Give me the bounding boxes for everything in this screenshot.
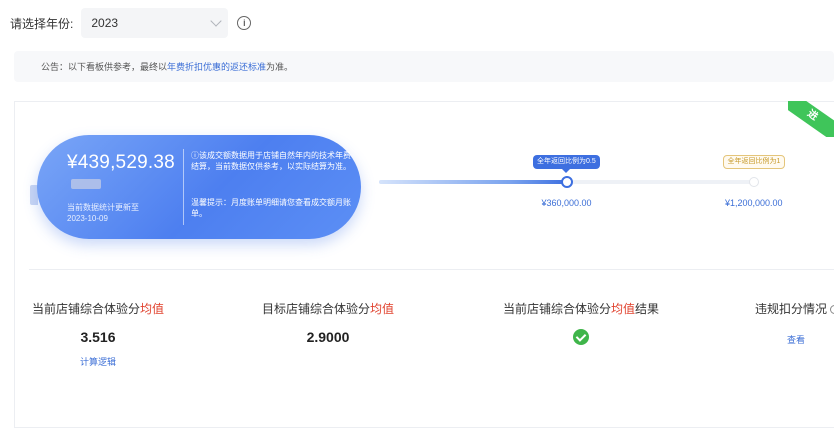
calculation-logic-link[interactable]: 计算逻辑 — [23, 355, 173, 368]
metric-value: 3.516 — [80, 329, 116, 345]
notice-prefix: 公告：以下看板供参考，最终以 — [41, 62, 168, 72]
milestone-value-target: ¥1,200,000.00 — [725, 198, 783, 208]
metric-score-result: 当前店铺综合体验分均值结果 — [491, 300, 671, 345]
corner-badge-label: 进 — [788, 101, 834, 137]
metric-title-main: 当前店铺综合体验分 — [502, 302, 611, 316]
view-link[interactable]: 查看 — [755, 333, 834, 346]
metric-title-main: 当前店铺综合体验分 — [31, 302, 140, 316]
page: 请选择年份: 2023 i 公告：以下看板供参考，最终以 年费折扣优惠的返还标准为… — [0, 0, 834, 428]
milestone-value-current: ¥360,000.00 — [541, 198, 592, 208]
monthly-bill-tip: 温馨提示：月度账单明细请您查看成交额月账单。 — [191, 198, 351, 218]
update-date: 当前数据统计更新至2023-10-09 — [67, 203, 139, 223]
check-circle-icon — [573, 329, 589, 345]
metric-title: 当前店铺综合体验分均值结果 — [491, 300, 671, 317]
notice-bar: 公告：以下看板供参考，最终以 年费折扣优惠的返还标准 为准。 — [14, 51, 834, 82]
progress-knob-target — [749, 177, 759, 187]
chevron-down-icon — [210, 15, 223, 27]
metric-target-score: 目标店铺综合体验分均值 2.9000 — [253, 300, 403, 345]
notice-link[interactable]: 年费折扣优惠的返还标准 — [167, 60, 266, 73]
amount-description: ⓘ该成交额数据用于店铺自然年内的技术年费结算，当前数据仅供参考，以实际结算为准。 — [191, 151, 351, 171]
metric-title-main: 目标店铺综合体验分 — [261, 302, 370, 316]
info-icon[interactable]: i — [237, 16, 252, 30]
year-filter-label: 请选择年份: — [10, 16, 74, 31]
metric-title-highlight: 均值 — [140, 302, 165, 316]
metric-value: 2.9000 — [306, 329, 350, 345]
rebate-card: 进 ¥439,529.38 当前数据统计更新至2023-10-09 ⓘ该成交额数… — [14, 101, 834, 428]
corner-badge: 进 — [788, 101, 834, 137]
pill-divider — [183, 149, 184, 225]
notice-suffix: 为准。 — [266, 62, 294, 72]
metric-title-main: 违规扣分情况 — [755, 302, 828, 316]
milestone-tag-target: 全年返回比例为1 — [722, 155, 786, 169]
blurred-text — [71, 179, 101, 189]
metric-title: 违规扣分情况 — [755, 300, 834, 317]
help-icon[interactable] — [830, 305, 834, 315]
metric-title-highlight: 均值 — [370, 302, 395, 316]
metric-current-score: 当前店铺综合体验分均值 3.516 计算逻辑 — [23, 300, 173, 368]
progress-knob-current — [560, 176, 573, 188]
progress-fill — [379, 180, 567, 184]
milestone-tag-current: 全年返回比例为0.5 — [533, 155, 600, 173]
metric-title: 当前店铺综合体验分均值 — [23, 300, 173, 317]
year-filter-row: 请选择年份: 2023 i — [10, 8, 252, 38]
section-divider — [29, 269, 834, 270]
metric-title-highlight: 均值 — [610, 302, 635, 316]
metric-violations: 违规扣分情况 查看 — [755, 300, 834, 346]
year-select[interactable]: 2023 — [81, 8, 229, 38]
transaction-amount: ¥439,529.38 — [67, 152, 175, 173]
metric-title-tail: 结果 — [635, 302, 660, 316]
summary-pill: ¥439,529.38 当前数据统计更新至2023-10-09 ⓘ该成交额数据用… — [37, 135, 361, 239]
year-select-value: 2023 — [91, 16, 119, 30]
metric-title: 目标店铺综合体验分均值 — [253, 300, 403, 317]
